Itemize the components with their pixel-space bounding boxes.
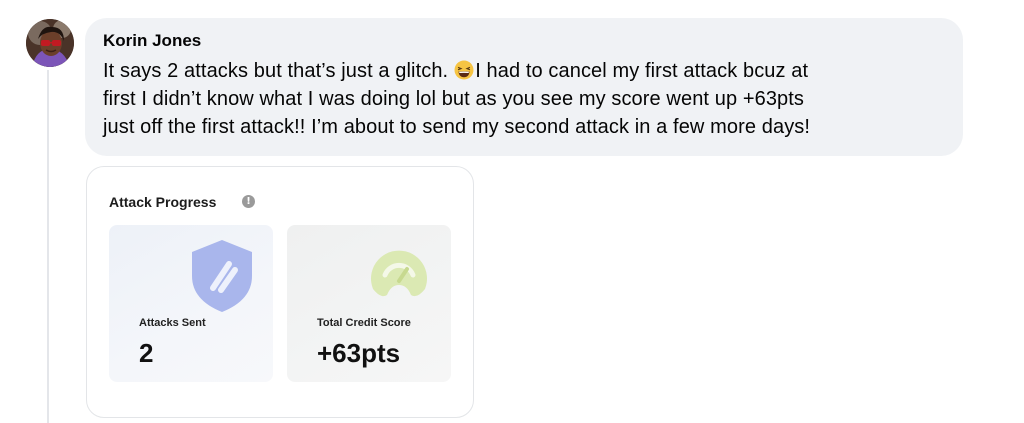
credit-score-value: +63pts (317, 338, 401, 368)
attacks-sent-tile: Attacks Sent 2 (109, 225, 273, 382)
shield-icon (192, 240, 252, 312)
gauge-icon (371, 250, 427, 297)
attacks-sent-value: 2 (139, 338, 154, 368)
comment-thread: Korin Jones It says 2 attacks but that’s… (0, 0, 1024, 423)
comment-text: It says 2 attacks but that’s just a glit… (103, 57, 945, 141)
attack-progress-card[interactable]: Attack Progress ! Attacks Sent 2 Total C… (86, 166, 474, 418)
card-title: Attack Progress (109, 194, 217, 210)
attacks-sent-label: Attacks Sent (139, 317, 206, 329)
comment-bubble: Korin Jones It says 2 attacks but that’s… (85, 18, 963, 156)
info-icon[interactable]: ! (242, 195, 255, 208)
avatar-image (26, 19, 74, 67)
comment-text-part: just off the first attack!! I’m about to… (103, 116, 811, 138)
comment-text-part: It says 2 attacks but that’s just a glit… (103, 60, 449, 82)
comment-author[interactable]: Korin Jones (103, 30, 945, 52)
avatar[interactable] (26, 19, 74, 67)
grinning-squinting-face-icon (454, 60, 474, 80)
credit-score-tile: Total Credit Score +63pts (287, 225, 451, 382)
comment-text-part: I had to cancel my first attack bcuz at (475, 60, 809, 82)
credit-score-label: Total Credit Score (317, 317, 411, 329)
comment-text-part: first I didn’t know what I was doing lol… (103, 88, 805, 110)
thread-line (47, 70, 49, 423)
